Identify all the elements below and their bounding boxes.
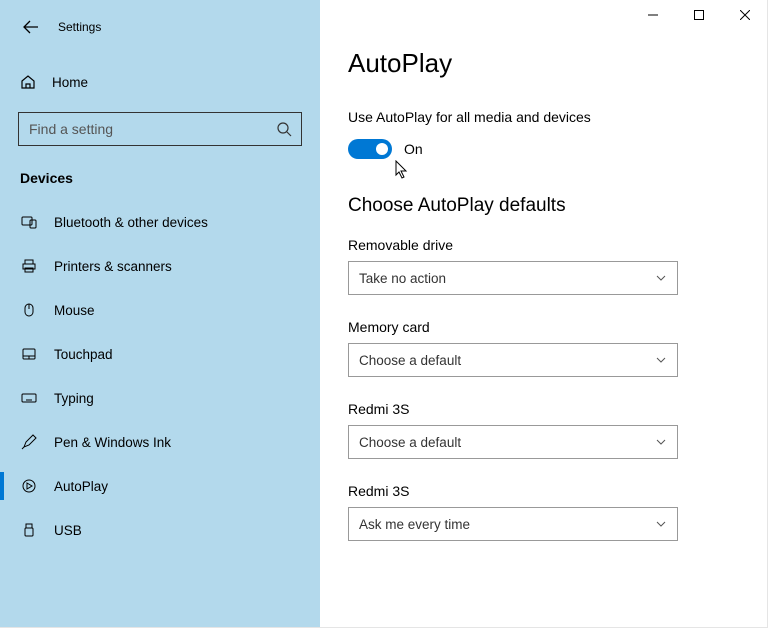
field-redmi-3s-a: Redmi 3S Choose a default	[348, 401, 739, 459]
select-value: Take no action	[359, 271, 446, 286]
printer-icon	[21, 258, 37, 274]
sidebar-item-label: AutoPlay	[54, 479, 108, 494]
toggle-knob	[376, 143, 388, 155]
sidebar-item-typing[interactable]: Typing	[0, 376, 320, 420]
page-title: AutoPlay	[348, 48, 739, 79]
content-pane: AutoPlay Use AutoPlay for all media and …	[320, 0, 767, 627]
field-label: Memory card	[348, 319, 739, 335]
field-redmi-3s-b: Redmi 3S Ask me every time	[348, 483, 739, 541]
sidebar-item-autoplay[interactable]: AutoPlay	[0, 464, 320, 508]
sidebar-item-printers[interactable]: Printers & scanners	[0, 244, 320, 288]
search-input[interactable]	[18, 112, 302, 146]
minimize-button[interactable]	[630, 0, 676, 30]
chevron-down-icon	[655, 354, 667, 366]
titlebar: Settings	[0, 8, 320, 46]
home-nav[interactable]: Home	[0, 64, 320, 100]
field-label: Redmi 3S	[348, 401, 739, 417]
window-controls	[630, 0, 768, 30]
close-icon	[740, 10, 750, 20]
back-button[interactable]	[20, 16, 42, 38]
chevron-down-icon	[655, 436, 667, 448]
back-arrow-icon	[23, 19, 39, 35]
sidebar-item-label: Printers & scanners	[54, 259, 172, 274]
maximize-button[interactable]	[676, 0, 722, 30]
field-removable-drive: Removable drive Take no action	[348, 237, 739, 295]
select-value: Choose a default	[359, 353, 461, 368]
mouse-icon	[21, 302, 37, 318]
field-label: Removable drive	[348, 237, 739, 253]
toggle-state-text: On	[404, 141, 423, 157]
sidebar-item-label: Touchpad	[54, 347, 113, 362]
sidebar-item-label: Bluetooth & other devices	[54, 215, 208, 230]
select-redmi-3s-b[interactable]: Ask me every time	[348, 507, 678, 541]
field-memory-card: Memory card Choose a default	[348, 319, 739, 377]
devices-icon	[21, 214, 37, 230]
home-icon	[20, 74, 36, 90]
select-value: Ask me every time	[359, 517, 470, 532]
maximize-icon	[694, 10, 704, 20]
sidebar-item-label: USB	[54, 523, 82, 538]
minimize-icon	[648, 10, 658, 20]
chevron-down-icon	[655, 518, 667, 530]
sidebar-item-pen[interactable]: Pen & Windows Ink	[0, 420, 320, 464]
nav-list: Bluetooth & other devices Printers & sca…	[0, 200, 320, 552]
search-icon	[276, 121, 292, 137]
home-label: Home	[52, 75, 88, 90]
sidebar: Settings Home Devices Bluetooth & other …	[0, 0, 320, 627]
keyboard-icon	[21, 390, 37, 406]
select-memory-card[interactable]: Choose a default	[348, 343, 678, 377]
sidebar-item-mouse[interactable]: Mouse	[0, 288, 320, 332]
usb-icon	[21, 522, 37, 538]
select-redmi-3s-a[interactable]: Choose a default	[348, 425, 678, 459]
sidebar-item-usb[interactable]: USB	[0, 508, 320, 552]
sidebar-item-label: Pen & Windows Ink	[54, 435, 171, 450]
toggle-row: On	[348, 139, 739, 159]
sidebar-item-label: Mouse	[54, 303, 95, 318]
cursor-icon	[395, 160, 411, 180]
sidebar-item-touchpad[interactable]: Touchpad	[0, 332, 320, 376]
toggle-label: Use AutoPlay for all media and devices	[348, 109, 739, 125]
close-button[interactable]	[722, 0, 768, 30]
field-label: Redmi 3S	[348, 483, 739, 499]
sub-heading: Choose AutoPlay defaults	[348, 195, 739, 217]
select-removable-drive[interactable]: Take no action	[348, 261, 678, 295]
autoplay-toggle[interactable]	[348, 139, 392, 159]
section-title: Devices	[0, 162, 320, 200]
autoplay-icon	[21, 478, 37, 494]
window-title: Settings	[58, 20, 101, 34]
search-container	[18, 112, 302, 146]
sidebar-item-bluetooth[interactable]: Bluetooth & other devices	[0, 200, 320, 244]
select-value: Choose a default	[359, 435, 461, 450]
chevron-down-icon	[655, 272, 667, 284]
touchpad-icon	[21, 346, 37, 362]
pen-icon	[21, 434, 37, 450]
sidebar-item-label: Typing	[54, 391, 94, 406]
